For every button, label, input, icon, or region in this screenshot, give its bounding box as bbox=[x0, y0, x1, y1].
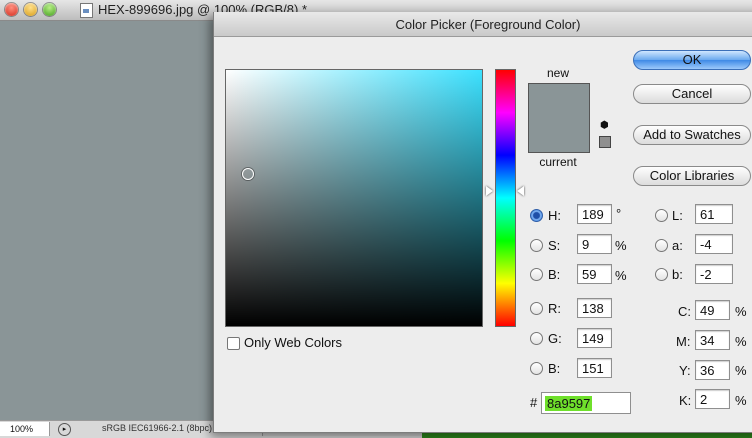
cyan-field[interactable]: 49 bbox=[695, 300, 730, 320]
ok-button[interactable]: OK bbox=[633, 50, 751, 70]
saturation-label: S: bbox=[548, 238, 561, 253]
saturation-radio[interactable] bbox=[530, 239, 543, 252]
a-channel-radio[interactable] bbox=[655, 239, 668, 252]
current-color-swatch[interactable] bbox=[529, 118, 589, 152]
green-field[interactable]: 149 bbox=[577, 328, 612, 348]
black-field[interactable]: 2 bbox=[695, 389, 730, 409]
red-field[interactable]: 138 bbox=[577, 298, 612, 318]
new-color-label: new bbox=[546, 66, 569, 80]
brightness-label: B: bbox=[548, 267, 561, 282]
black-label: K: bbox=[679, 393, 692, 408]
magenta-unit: % bbox=[735, 334, 747, 349]
hue-slider-right-arrow-icon[interactable] bbox=[517, 186, 524, 196]
lightness-radio[interactable] bbox=[655, 209, 668, 222]
hue-slider[interactable] bbox=[495, 69, 516, 327]
color-comparison-swatch bbox=[528, 83, 590, 153]
brightness-radio[interactable] bbox=[530, 268, 543, 281]
cyan-label: C: bbox=[678, 304, 691, 319]
green-radio[interactable] bbox=[530, 332, 543, 345]
brightness-field[interactable]: 59 bbox=[577, 264, 612, 284]
cube-icon[interactable]: ⬢ bbox=[600, 121, 610, 131]
zoom-level-field[interactable]: 100% bbox=[0, 422, 50, 436]
magenta-label: M: bbox=[676, 334, 691, 349]
add-to-swatches-button[interactable]: Add to Swatches bbox=[633, 125, 751, 145]
hue-slider-left-arrow-icon[interactable] bbox=[486, 186, 493, 196]
color-libraries-button[interactable]: Color Libraries bbox=[633, 166, 751, 186]
window-close-button[interactable] bbox=[5, 3, 18, 16]
hue-field[interactable]: 189 bbox=[577, 204, 612, 224]
brightness-unit: % bbox=[615, 268, 627, 283]
a-channel-field[interactable]: -4 bbox=[695, 234, 733, 254]
hex-value: 8a9597 bbox=[545, 396, 593, 411]
hex-label: # bbox=[530, 395, 538, 410]
blue-radio[interactable] bbox=[530, 362, 543, 375]
dialog-title: Color Picker (Foreground Color) bbox=[395, 17, 581, 32]
blue-field[interactable]: 151 bbox=[577, 358, 612, 378]
color-field[interactable] bbox=[225, 69, 483, 327]
lightness-field[interactable]: 61 bbox=[695, 204, 733, 224]
lightness-label: L: bbox=[672, 208, 683, 223]
yellow-unit: % bbox=[735, 363, 747, 378]
cancel-button[interactable]: Cancel bbox=[633, 84, 751, 104]
document-icon bbox=[80, 3, 93, 18]
yellow-label: Y: bbox=[679, 363, 691, 378]
color-profile-text: sRGB IEC61966-2.1 (8bpc) bbox=[102, 423, 213, 433]
dialog-titlebar[interactable]: Color Picker (Foreground Color) bbox=[214, 12, 752, 37]
a-channel-label: a: bbox=[672, 238, 683, 253]
red-label: R: bbox=[548, 301, 561, 316]
color-field-marker[interactable] bbox=[242, 168, 254, 180]
yellow-field[interactable]: 36 bbox=[695, 360, 730, 380]
window-minimize-button[interactable] bbox=[24, 3, 37, 16]
saturation-unit: % bbox=[615, 238, 627, 253]
color-picker-dialog: Color Picker (Foreground Color) new curr… bbox=[213, 12, 752, 433]
b-channel-label: b: bbox=[672, 267, 683, 282]
current-color-label: current bbox=[539, 155, 577, 169]
hue-unit: ° bbox=[616, 206, 622, 221]
red-radio[interactable] bbox=[530, 302, 543, 315]
green-label: G: bbox=[548, 331, 562, 346]
b-channel-field[interactable]: -2 bbox=[695, 264, 733, 284]
cyan-unit: % bbox=[735, 304, 747, 319]
web-safe-square-icon[interactable] bbox=[599, 136, 611, 148]
blue-label: B: bbox=[548, 361, 561, 376]
saturation-field[interactable]: 9 bbox=[577, 234, 612, 254]
window-zoom-button[interactable] bbox=[43, 3, 56, 16]
hex-field[interactable]: 8a9597 bbox=[541, 392, 631, 414]
only-web-colors-label: Only Web Colors bbox=[244, 335, 343, 350]
b-channel-radio[interactable] bbox=[655, 268, 668, 281]
black-unit: % bbox=[735, 393, 747, 408]
only-web-colors-checkbox[interactable] bbox=[227, 337, 240, 350]
magenta-field[interactable]: 34 bbox=[695, 330, 730, 350]
hue-radio[interactable] bbox=[530, 209, 543, 222]
new-color-swatch bbox=[529, 84, 589, 118]
document-info-icon[interactable]: ▸ bbox=[58, 423, 71, 436]
hue-label: H: bbox=[548, 208, 561, 223]
